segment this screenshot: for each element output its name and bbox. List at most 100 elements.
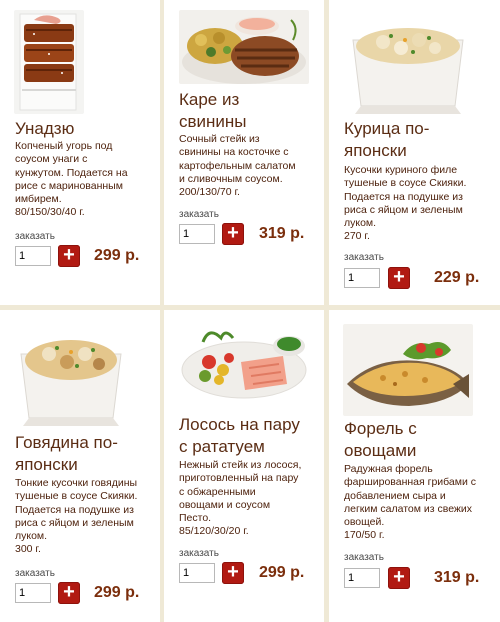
description-line: Подается на подушке из — [15, 503, 134, 516]
order-label: заказать — [344, 252, 384, 263]
description-line: тушеные в соусе Скияки. — [344, 177, 467, 190]
dish-description: Сочный стейк из свинины на косточке с ка… — [179, 133, 314, 199]
dish-photo — [343, 324, 473, 416]
description-line: соусом унаги с — [15, 153, 88, 166]
dish-description: Тонкие кусочки говядины тушеные в соусе … — [15, 477, 150, 557]
dish-weight: 85/120/30/20 г. — [179, 525, 249, 538]
description-line: добавлением сыра и — [344, 489, 446, 502]
menu-grid: Унадзю Копченый угорь под соусом унаги с… — [0, 0, 500, 622]
add-to-cart-button[interactable]: + — [388, 267, 410, 289]
description-line: луком. — [344, 217, 377, 230]
dish-photo — [15, 320, 127, 428]
description-line: тушеные в соусе Скияки. — [15, 490, 138, 503]
add-to-cart-button[interactable]: + — [222, 562, 244, 584]
plus-icon: + — [393, 566, 405, 588]
dish-price: 319 р. — [434, 569, 480, 586]
add-to-cart-button[interactable]: + — [58, 245, 80, 267]
quantity-input[interactable] — [179, 563, 215, 583]
plus-icon: + — [393, 266, 405, 288]
description-line: свинины на косточке с — [179, 146, 289, 159]
dish-weight: 300 г. — [15, 543, 41, 556]
description-line: овощами и соусом — [179, 498, 271, 511]
dish-card: Форель с овощами Радужная форель фарширо… — [329, 310, 500, 622]
description-line: риса с яйцом и зеленым — [344, 203, 463, 216]
dish-title-line: Унадзю — [15, 119, 75, 138]
dish-card: Лосось на пару с рататуем Нежный стейк и… — [164, 310, 324, 622]
order-label: заказать — [179, 209, 219, 220]
dish-title-line: Форель с — [344, 419, 417, 438]
dish-price: 319 р. — [259, 225, 305, 242]
dish-card: Унадзю Копченый угорь под соусом унаги с… — [0, 0, 160, 305]
dish-title-line: Каре из — [179, 90, 240, 109]
dish-card: Курица по- японски Кусочки куриного филе… — [329, 0, 500, 305]
dish-price: 299 р. — [259, 564, 305, 581]
dish-price: 229 р. — [434, 269, 480, 286]
description-line: приготовленный на пару — [179, 472, 299, 485]
dish-description: Кусочки куриного филе тушеные в соусе Ск… — [344, 164, 490, 244]
description-line: фаршированная грибами с — [344, 476, 477, 489]
dish-card: Каре из свинины Сочный стейк из свинины … — [164, 0, 324, 305]
description-line: Нежный стейк из лосося, — [179, 459, 302, 471]
dish-weight: 270 г. — [344, 230, 370, 243]
add-to-cart-button[interactable]: + — [58, 582, 80, 604]
dish-weight: 80/150/30/40 г. — [15, 206, 85, 219]
description-line: картофельным салатом — [179, 159, 296, 172]
dish-card: Говядина по- японски Тонкие кусочки говя… — [0, 310, 160, 622]
dish-title-line: Говядина по- — [15, 433, 118, 452]
order-label: заказать — [179, 548, 219, 559]
quantity-input[interactable] — [179, 224, 215, 244]
dish-title-line: японски — [15, 455, 78, 474]
description-line: риса с яйцом и зеленым — [15, 516, 134, 529]
description-line: кунжутом. Подается на — [15, 166, 128, 179]
description-line: Радужная форель — [344, 463, 433, 475]
description-line: имбирем. — [15, 193, 62, 206]
dish-description: Копченый угорь под соусом унаги с кунжут… — [15, 140, 150, 220]
quantity-input[interactable] — [344, 568, 380, 588]
dish-title-line: свинины — [179, 112, 247, 131]
plus-icon: + — [63, 244, 75, 266]
dish-weight: 170/50 г. — [344, 529, 385, 542]
plus-icon: + — [227, 561, 239, 583]
dish-price: 299 р. — [94, 247, 140, 264]
add-to-cart-button[interactable]: + — [222, 223, 244, 245]
dish-title: Курица по- японски — [344, 118, 492, 162]
order-label: заказать — [15, 231, 55, 242]
quantity-input[interactable] — [15, 246, 51, 266]
dish-photo — [14, 10, 84, 114]
description-line: Песто. — [179, 512, 212, 525]
dish-title-line: Лосось на пару — [179, 415, 300, 434]
order-label: заказать — [344, 552, 384, 563]
dish-title: Унадзю — [15, 118, 152, 140]
dish-title-line: с рататуем — [179, 437, 265, 456]
dish-title-line: овощами — [344, 441, 417, 460]
dish-photo — [179, 10, 309, 84]
dish-weight: 200/130/70 г. — [179, 186, 240, 199]
dish-title: Говядина по- японски — [15, 432, 152, 476]
description-line: рисе с маринованным — [15, 179, 123, 192]
dish-title-line: японски — [344, 141, 407, 160]
plus-icon: + — [227, 222, 239, 244]
dish-description: Радужная форель фаршированная грибами с … — [344, 463, 490, 543]
description-line: овощей. — [344, 516, 385, 529]
description-line: Кусочки куриного филе — [344, 164, 458, 176]
dish-title: Каре из свинины — [179, 89, 316, 133]
description-line: легким салатом из свежих — [344, 502, 473, 515]
dish-price: 299 р. — [94, 584, 140, 601]
description-line: Сочный стейк из — [179, 133, 260, 145]
description-line: Копченый угорь под — [15, 140, 113, 152]
description-line: луком. — [15, 530, 48, 543]
plus-icon: + — [63, 581, 75, 603]
description-line: с обжаренными — [179, 485, 256, 498]
description-line: Тонкие кусочки говядины — [15, 477, 138, 489]
quantity-input[interactable] — [344, 268, 380, 288]
quantity-input[interactable] — [15, 583, 51, 603]
dish-title: Лосось на пару с рататуем — [179, 414, 316, 458]
add-to-cart-button[interactable]: + — [388, 567, 410, 589]
dish-title-line: Курица по- — [344, 119, 430, 138]
order-label: заказать — [15, 568, 55, 579]
dish-photo — [179, 318, 309, 404]
description-line: Подается на подушке из — [344, 190, 463, 203]
dish-description: Нежный стейк из лосося, приготовленный н… — [179, 459, 314, 539]
dish-title: Форель с овощами — [344, 418, 492, 462]
dish-photo — [343, 10, 473, 114]
